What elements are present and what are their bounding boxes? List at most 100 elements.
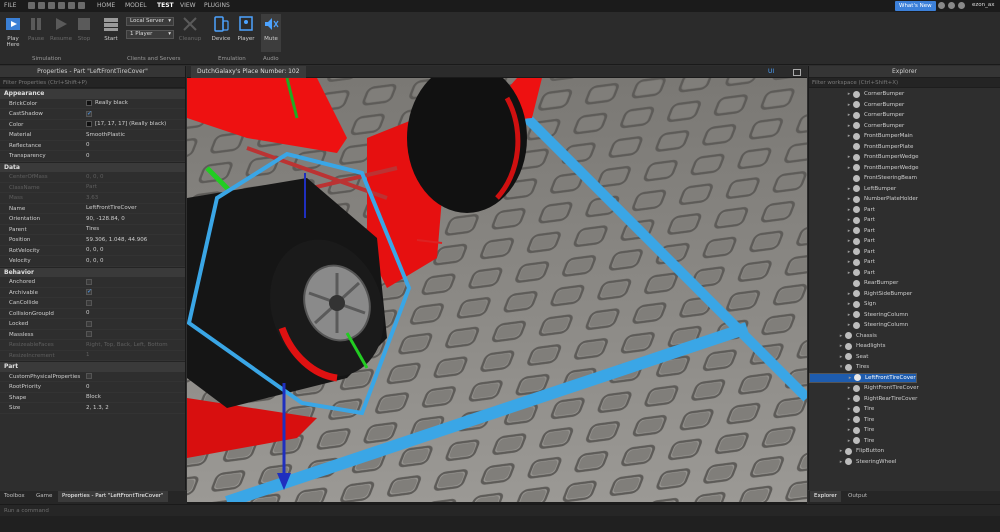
property-value[interactable] xyxy=(84,372,185,382)
property-value[interactable] xyxy=(84,287,185,298)
property-value[interactable] xyxy=(84,319,185,329)
server-select[interactable]: Local Server ▾ xyxy=(126,17,174,26)
chevron-right-icon[interactable]: ▸ xyxy=(845,404,853,415)
player-button[interactable]: Player xyxy=(236,16,256,42)
color-swatch[interactable] xyxy=(86,100,92,107)
tree-item[interactable]: ▸ Seat xyxy=(809,352,1000,363)
tree-item[interactable]: ▸ Part xyxy=(809,236,1000,247)
color-swatch[interactable] xyxy=(86,121,92,128)
property-value[interactable]: [17, 17, 17] (Really black) xyxy=(84,120,185,130)
property-value[interactable]: LeftFrontTireCover xyxy=(84,204,185,214)
checkbox[interactable] xyxy=(86,373,92,380)
tree-item[interactable]: ▸ Part xyxy=(809,226,1000,237)
mute-button[interactable]: Mute xyxy=(261,14,281,52)
chevron-right-icon[interactable]: ▸ xyxy=(845,289,853,300)
checkbox[interactable] xyxy=(86,331,92,338)
tree-item[interactable]: ▾ Tires xyxy=(809,362,1000,373)
chevron-right-icon[interactable]: ▸ xyxy=(845,226,853,237)
chevron-right-icon[interactable]: ▸ xyxy=(845,299,853,310)
property-row[interactable]: Orientation 90, -128.84, 0 xyxy=(0,214,185,225)
chevron-right-icon[interactable]: ▸ xyxy=(845,415,853,426)
tab-explorer[interactable]: Explorer xyxy=(810,491,841,502)
tree-item[interactable]: ▸ LeftFrontTireCover xyxy=(809,372,917,383)
section-behavior[interactable]: Behavior xyxy=(0,266,185,277)
chevron-right-icon[interactable]: ▸ xyxy=(845,247,853,258)
device-button[interactable]: Device xyxy=(210,16,232,42)
more-icon[interactable] xyxy=(78,2,85,9)
resume-button[interactable]: Resume xyxy=(50,16,72,42)
tree-item[interactable]: ▸ Tire xyxy=(809,425,1000,436)
property-row[interactable]: Anchored xyxy=(0,277,185,288)
tree-item[interactable]: ▸ CornerBumper xyxy=(809,110,1000,121)
tree-item[interactable]: ▸ Headlights xyxy=(809,341,1000,352)
property-value[interactable]: 0, 0, 0 xyxy=(84,246,185,256)
property-value[interactable]: 0 xyxy=(84,141,185,151)
property-value[interactable] xyxy=(84,330,185,340)
tree-item[interactable]: ▸ SteeringWheel xyxy=(809,457,1000,468)
ui-toggle-button[interactable]: UI xyxy=(768,68,774,75)
tree-item[interactable]: ▸ Part xyxy=(809,205,1000,216)
chevron-right-icon[interactable]: ▸ xyxy=(845,236,853,247)
chevron-right-icon[interactable]: ▸ xyxy=(845,383,853,394)
tree-item[interactable]: ▸ RightFrontTireCover xyxy=(809,383,1000,394)
property-row[interactable]: Transparency 0 xyxy=(0,151,185,162)
chevron-down-icon[interactable]: ▾ xyxy=(837,362,845,373)
tree-item[interactable]: ▸ FrontBumperWedge xyxy=(809,163,1000,174)
tree-item[interactable]: ▸ RightRearTireCover xyxy=(809,394,1000,405)
undo-icon[interactable] xyxy=(48,2,55,9)
property-row[interactable]: Massless xyxy=(0,330,185,340)
menu-home[interactable]: HOME xyxy=(97,2,115,9)
property-row[interactable]: Mass 3.63 xyxy=(0,193,185,204)
chevron-right-icon[interactable]: ▸ xyxy=(837,352,845,363)
chevron-right-icon[interactable]: ▸ xyxy=(845,131,853,142)
place-tab[interactable]: DutchGalaxy's Place Number: 102 xyxy=(191,66,306,78)
chevron-right-icon[interactable]: ▸ xyxy=(845,310,853,321)
chevron-right-icon[interactable]: ▸ xyxy=(845,163,853,174)
chevron-right-icon[interactable]: ▸ xyxy=(845,110,853,121)
property-value[interactable]: 90, -128.84, 0 xyxy=(84,214,185,224)
chevron-right-icon[interactable]: ▸ xyxy=(845,205,853,216)
property-value[interactable]: 2, 1.3, 2 xyxy=(84,403,185,413)
tree-item[interactable]: ▸ NumberPlateHolder xyxy=(809,194,1000,205)
property-row[interactable]: ResizeIncrement 1 xyxy=(0,351,185,361)
section-appearance[interactable]: Appearance xyxy=(0,88,185,99)
maximize-icon[interactable] xyxy=(793,69,801,76)
tab-output[interactable]: Output xyxy=(844,491,871,502)
property-value[interactable]: SmoothPlastic xyxy=(84,130,185,140)
property-value[interactable]: 3.63 xyxy=(84,193,185,203)
property-row[interactable]: CollisionGroupId 0 xyxy=(0,309,185,319)
checkbox[interactable] xyxy=(86,278,92,285)
menu-model[interactable]: MODEL xyxy=(125,2,147,9)
chevron-right-icon[interactable]: ▸ xyxy=(837,457,845,468)
checkbox[interactable] xyxy=(86,109,92,119)
tree-item[interactable]: FrontBumperPlate xyxy=(809,142,1000,153)
property-value[interactable]: 0 xyxy=(84,309,185,319)
tree-item[interactable]: ▸ LeftBumper xyxy=(809,184,1000,195)
notification-icon[interactable] xyxy=(958,2,965,9)
checkbox[interactable] xyxy=(86,287,92,298)
open-file-icon[interactable] xyxy=(38,2,45,9)
property-value[interactable]: 0 xyxy=(84,382,185,392)
share-icon[interactable] xyxy=(938,2,945,9)
tree-item[interactable]: ▸ Part xyxy=(809,268,1000,279)
property-row[interactable]: ResizeableFaces Right, Top, Back, Left, B… xyxy=(0,340,185,351)
menu-file[interactable]: FILE xyxy=(4,2,16,9)
whats-new-button[interactable]: What's New xyxy=(895,1,936,11)
tree-item[interactable]: ▸ Tire xyxy=(809,415,1000,426)
property-row[interactable]: CenterOfMass 0, 0, 0 xyxy=(0,172,185,183)
tree-item[interactable]: ▸ SteeringColumn xyxy=(809,320,1000,331)
chevron-right-icon[interactable]: ▸ xyxy=(837,331,845,342)
checkbox[interactable] xyxy=(86,320,92,327)
section-part[interactable]: Part xyxy=(0,361,185,372)
chevron-right-icon[interactable]: ▸ xyxy=(845,215,853,226)
tree-item[interactable]: ▸ Part xyxy=(809,247,1000,258)
tab-toolbox[interactable]: Toolbox xyxy=(0,491,29,502)
property-value[interactable]: Block xyxy=(84,393,185,403)
property-value[interactable]: Part xyxy=(84,183,185,193)
property-row[interactable]: Locked xyxy=(0,319,185,330)
checkbox[interactable] xyxy=(86,299,92,306)
chevron-right-icon[interactable]: ▸ xyxy=(845,268,853,279)
property-value[interactable] xyxy=(84,277,185,287)
property-value[interactable] xyxy=(84,298,185,308)
section-data[interactable]: Data xyxy=(0,161,185,172)
